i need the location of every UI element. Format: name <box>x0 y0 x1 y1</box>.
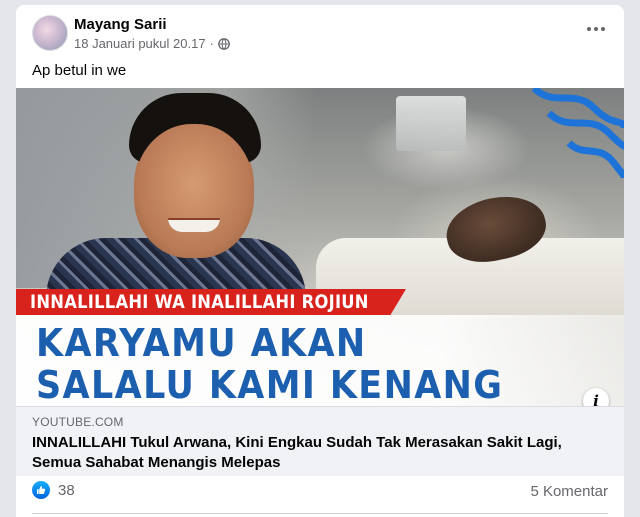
author-avatar[interactable] <box>32 15 68 51</box>
meta-separator: · <box>209 36 214 51</box>
globe-icon <box>218 37 230 50</box>
post-card: Mayang Sarii 18 Januari pukul 20.17 · Ap… <box>16 5 624 517</box>
footer-divider <box>32 513 608 514</box>
comments-count[interactable]: 5 Komentar <box>530 483 608 500</box>
smile <box>168 218 220 232</box>
like-icon <box>32 481 50 499</box>
post-meta: 18 Januari pukul 20.17 · <box>74 36 230 51</box>
link-preview[interactable]: YOUTUBE.COM INNALILLAHI Tukul Arwana, Ki… <box>16 406 624 476</box>
medical-equipment <box>396 96 466 151</box>
post-timestamp[interactable]: 18 Januari pukul 20.17 <box>74 36 206 51</box>
author-name[interactable]: Mayang Sarii <box>74 16 167 33</box>
headline-line2: SALALU KAMI KENANG <box>36 363 504 406</box>
reaction-summary[interactable]: 38 <box>32 481 75 499</box>
face-front <box>134 124 254 258</box>
banner-ribbon: INNALILLAHI WA INALILLAHI ROJIUN <box>16 289 406 315</box>
like-count: 38 <box>58 481 75 499</box>
more-options-icon[interactable] <box>582 19 610 39</box>
person-portrait <box>16 88 316 298</box>
banner-text: INNALILLAHI WA INALILLAHI ROJIUN <box>30 291 369 313</box>
video-thumbnail[interactable]: INNALILLAHI WA INALILLAHI ROJIUN KARYAMU… <box>16 88 624 406</box>
link-domain: YOUTUBE.COM <box>32 415 124 429</box>
link-title[interactable]: INNALILLAHI Tukul Arwana, Kini Engkau Su… <box>32 433 602 473</box>
wave-decoration <box>531 88 624 180</box>
post-text: Ap betul in we <box>32 62 127 79</box>
headline-line1: KARYAMU AKAN <box>36 321 367 365</box>
